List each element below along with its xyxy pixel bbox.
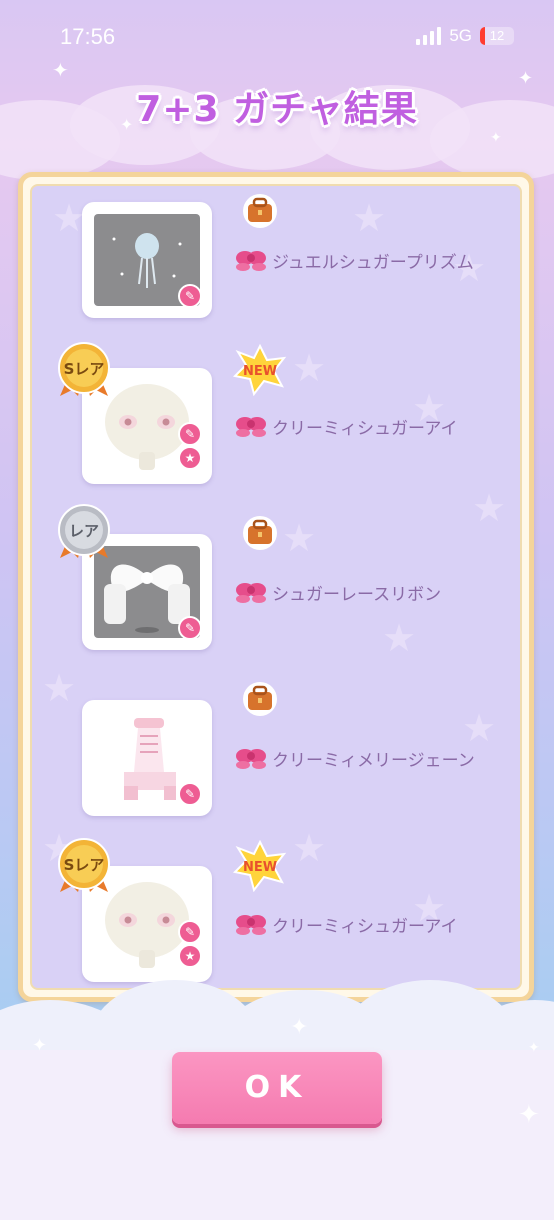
item-name: クリーミィメリージェーン xyxy=(272,751,475,771)
list-item[interactable]: ✎ クリーミィメリージェーン xyxy=(32,682,520,816)
item-thumbnail[interactable]: ✎ xyxy=(82,202,212,318)
list-item[interactable]: ✎ ジュエルシュガープリズム xyxy=(32,188,520,318)
results-panel-inner: ★ ★ ★ ★ ★ ★ ★ ★ ★ ★ ★ ★ ★ ✎ ジュエルシュガープリズム… xyxy=(30,184,522,990)
edit-icon[interactable]: ✎ xyxy=(178,920,202,944)
sparkle-icon: ✦ xyxy=(528,1040,540,1056)
bow-icon xyxy=(236,417,266,437)
new-badge: NEW xyxy=(232,344,287,396)
list-item[interactable]: ✎ ★ NEW Sレア クリーミィシュガーアイ xyxy=(32,342,520,484)
sparkle-icon: ✦ xyxy=(490,130,502,146)
item-name: クリーミィシュガーアイ xyxy=(272,917,458,937)
item-name: シュガーレースリボン xyxy=(272,585,442,605)
edit-icon[interactable]: ✎ xyxy=(178,284,202,308)
bag-icon xyxy=(243,516,277,550)
item-name: クリーミィシュガーアイ xyxy=(272,419,458,439)
edit-icon[interactable]: ✎ xyxy=(178,782,202,806)
list-item[interactable]: ✎ レア シュガーレースリボン xyxy=(32,504,520,650)
network-label: 5G xyxy=(449,26,472,45)
rarity-label: Sレア xyxy=(64,360,105,378)
bow-icon xyxy=(236,915,266,935)
bow-icon xyxy=(236,583,266,603)
bag-icon xyxy=(243,194,277,228)
bag-icon xyxy=(243,682,277,716)
sparkle-icon: ✦ xyxy=(290,1015,309,1040)
rarity-label: レア xyxy=(69,522,99,540)
star-icon: ★ xyxy=(178,944,202,968)
item-name: ジュエルシュガープリズム xyxy=(272,253,474,273)
bow-icon xyxy=(236,251,266,271)
battery-icon: 12 xyxy=(480,27,514,45)
star-icon: ★ xyxy=(178,446,202,470)
item-thumbnail[interactable]: ✎ xyxy=(82,700,212,816)
sparkle-icon: ✦ xyxy=(52,58,69,82)
page-title: 7+3 ガチャ結果 xyxy=(136,89,418,130)
sparkle-icon: ✦ xyxy=(32,1035,48,1056)
new-badge-label: NEW xyxy=(243,860,277,875)
signal-icon xyxy=(416,27,442,45)
status-bar: 17:56 5G 12 xyxy=(0,0,554,70)
rarity-badge: Sレア xyxy=(58,342,110,396)
results-panel: ★ ★ ★ ★ ★ ★ ★ ★ ★ ★ ★ ★ ★ ✎ ジュエルシュガープリズム… xyxy=(18,172,534,1002)
status-time: 17:56 xyxy=(60,24,116,49)
ok-button[interactable]: OK xyxy=(172,1052,382,1124)
new-badge: NEW xyxy=(232,840,287,892)
rarity-badge: Sレア xyxy=(58,838,110,892)
edit-icon[interactable]: ✎ xyxy=(178,422,202,446)
sparkle-icon: ✦ xyxy=(518,1100,540,1130)
rarity-badge: レア xyxy=(58,504,110,558)
new-badge-label: NEW xyxy=(243,364,277,379)
list-item[interactable]: ✎ ★ NEW Sレア クリーミィシュガーアイ xyxy=(32,838,520,982)
status-right: 5G 12 xyxy=(416,26,514,46)
edit-icon[interactable]: ✎ xyxy=(178,616,202,640)
bow-icon xyxy=(236,749,266,769)
rarity-label: Sレア xyxy=(64,856,105,874)
